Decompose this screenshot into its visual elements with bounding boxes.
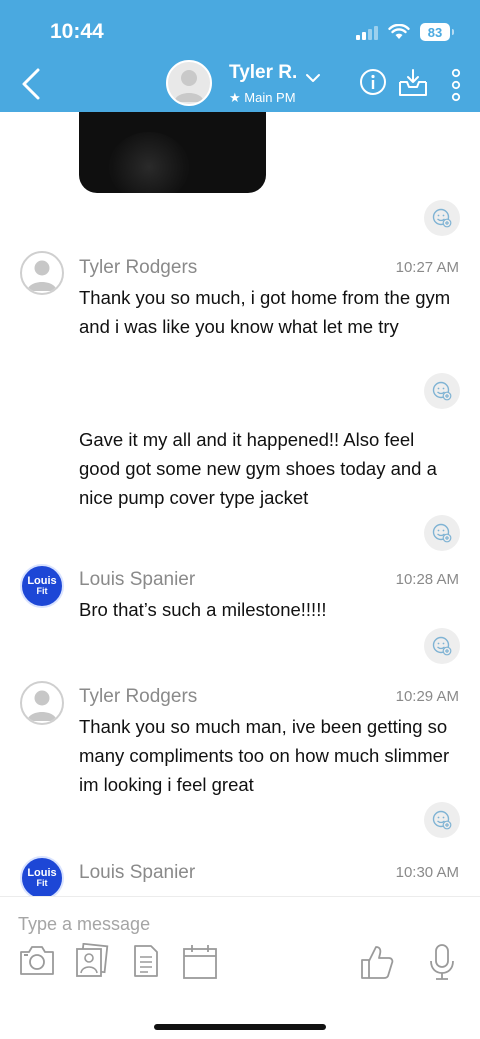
sender-name: Louis Spanier <box>79 862 196 883</box>
photo-library-icon[interactable] <box>74 943 110 979</box>
contact-subtitle: ★ Main PM <box>229 90 296 105</box>
document-icon[interactable] <box>131 943 161 979</box>
add-reaction-icon <box>432 523 452 543</box>
sender-name: Tyler Rodgers <box>79 257 198 278</box>
sender-name: Louis Spanier <box>79 569 196 590</box>
status-time: 10:44 <box>50 20 104 43</box>
message-time: 10:28 AM <box>395 571 459 588</box>
logo-text: Fit <box>36 878 48 889</box>
message-time: 10:30 AM <box>395 864 459 881</box>
add-reaction-button[interactable] <box>424 628 460 664</box>
camera-icon[interactable] <box>18 943 56 977</box>
user-silhouette-icon <box>27 690 57 721</box>
chevron-left-icon <box>22 68 40 100</box>
photo-message[interactable] <box>79 112 266 193</box>
calendar-icon[interactable] <box>181 943 219 981</box>
inbox-download-icon[interactable] <box>397 68 429 98</box>
sender-avatar-logo[interactable]: Louis Fit <box>20 856 64 896</box>
home-indicator[interactable] <box>154 1024 326 1030</box>
add-reaction-button[interactable] <box>424 515 460 551</box>
sender-avatar[interactable] <box>20 251 64 295</box>
add-reaction-button[interactable] <box>424 200 460 236</box>
add-reaction-icon <box>432 381 452 401</box>
message-time: 10:27 AM <box>395 259 459 276</box>
message-input[interactable] <box>18 911 458 937</box>
chat-header: 10:44 83 Tyler R. ★ Main PM <box>0 0 480 112</box>
add-reaction-icon <box>432 636 452 656</box>
message-composer <box>0 896 480 1039</box>
signal-icon <box>356 24 378 40</box>
message-text: Thank you so much man, ive been getting … <box>79 716 450 795</box>
add-reaction-button[interactable] <box>424 802 460 838</box>
message-text: Gave it my all and it happened!! Also fe… <box>79 429 437 508</box>
user-silhouette-icon <box>27 260 57 291</box>
info-icon[interactable] <box>359 68 387 96</box>
message-time: 10:29 AM <box>395 688 459 705</box>
wifi-icon <box>388 24 410 39</box>
more-vertical-icon[interactable] <box>449 68 463 102</box>
contact-name[interactable]: Tyler R. <box>229 62 297 84</box>
add-reaction-icon <box>432 810 452 830</box>
add-reaction-icon <box>432 208 452 228</box>
sender-avatar[interactable] <box>20 681 64 725</box>
message-text: Thank you so much, i got home from the g… <box>79 287 451 337</box>
battery-icon: 83 <box>420 23 454 41</box>
sender-avatar-logo[interactable]: Louis Fit <box>20 564 64 608</box>
add-reaction-button[interactable] <box>424 373 460 409</box>
logo-text: Fit <box>36 586 48 597</box>
chevron-down-icon[interactable] <box>305 72 321 84</box>
microphone-icon[interactable] <box>427 943 457 981</box>
contact-avatar[interactable] <box>166 60 212 106</box>
back-button[interactable] <box>16 64 52 104</box>
user-silhouette-icon <box>174 70 204 102</box>
thumbs-up-icon[interactable] <box>358 943 394 981</box>
status-indicators: 83 <box>356 20 454 44</box>
message-feed[interactable]: Tyler Rodgers 10:27 AM Thank you so much… <box>0 112 480 896</box>
message-text: Bro that’s such a milestone!!!!! <box>79 599 327 620</box>
sender-name: Tyler Rodgers <box>79 686 198 707</box>
